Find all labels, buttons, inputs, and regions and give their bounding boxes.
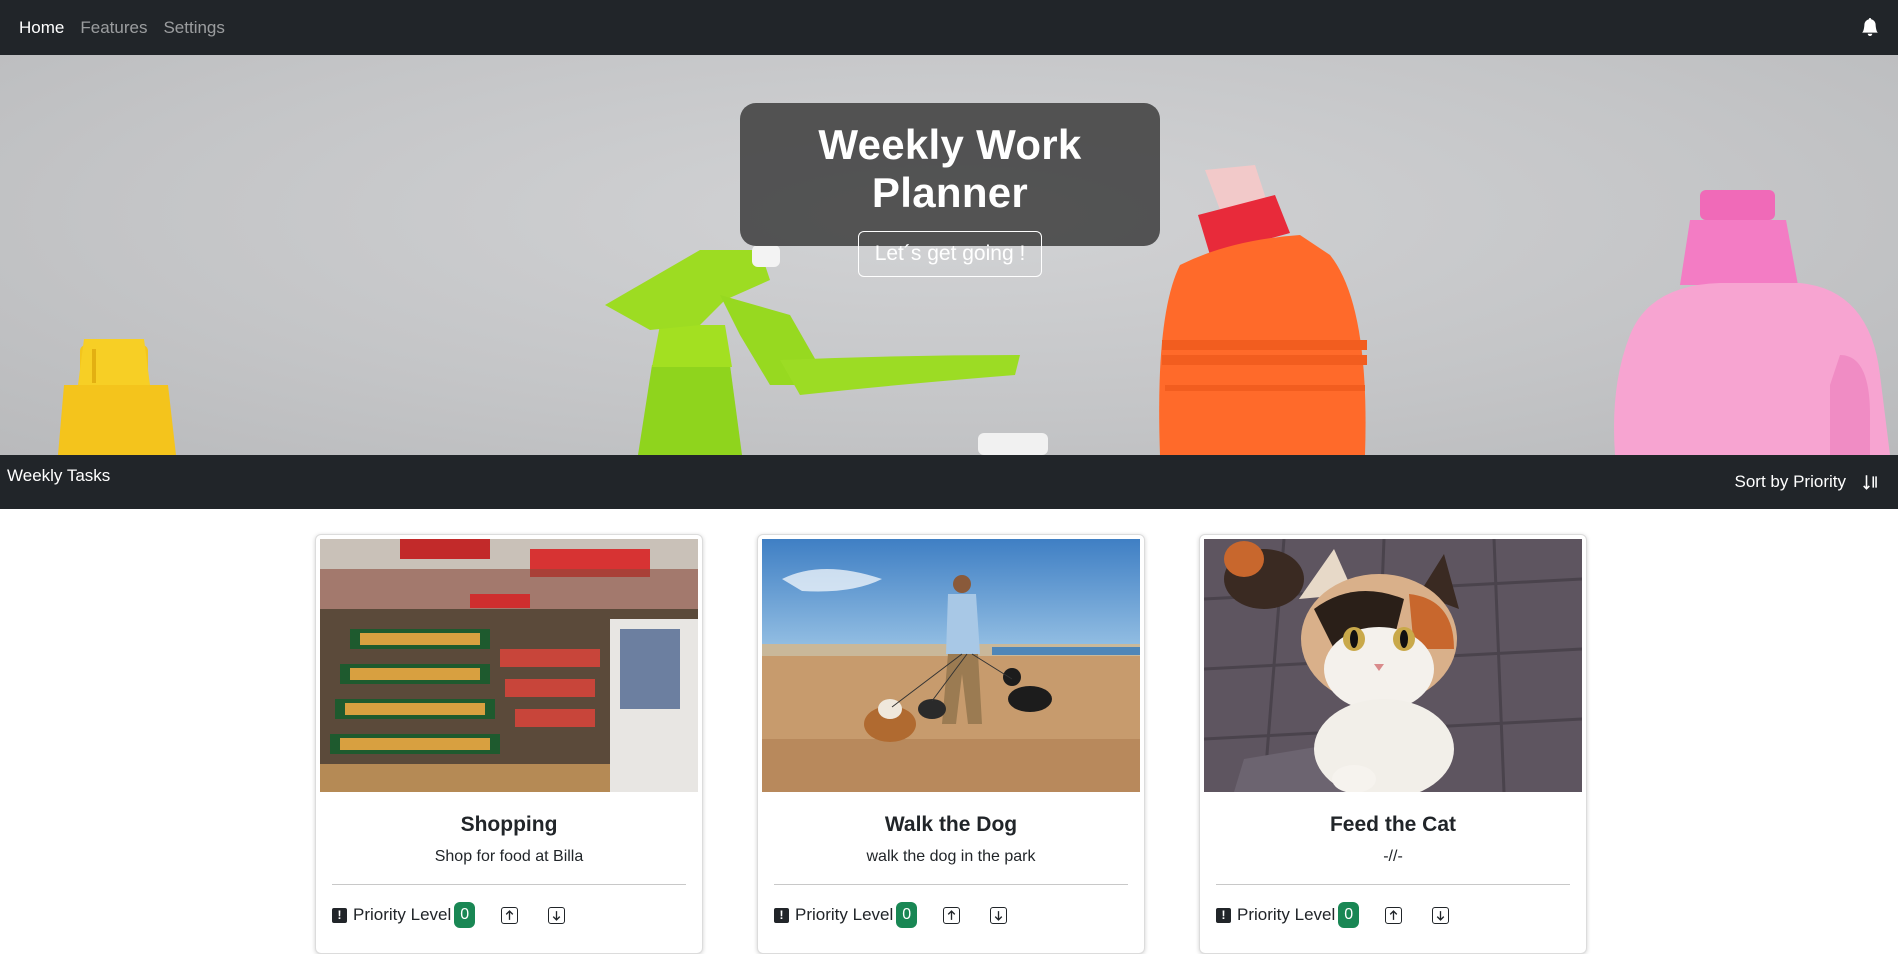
nav-settings[interactable]: Settings (163, 18, 224, 38)
priority-up-button[interactable] (1385, 906, 1403, 924)
hero-banner: Weekly Work Planner Let´s get going ! (0, 55, 1898, 455)
priority-down-button[interactable] (1432, 906, 1450, 924)
card-divider (332, 884, 686, 885)
yellow-bottle-shape (58, 339, 176, 455)
card-image-shopping (320, 539, 698, 792)
card-description: Shop for food at Billa (434, 848, 584, 865)
priority-row: ! Priority Level 0 (774, 902, 1008, 928)
nav-features[interactable]: Features (80, 18, 147, 38)
card-title: Walk the Dog (884, 813, 1018, 836)
card-divider (1216, 884, 1570, 885)
nav-home[interactable]: Home (19, 18, 64, 38)
hero-title: Weekly Work Planner (818, 121, 1082, 216)
priority-label: Priority Level (1237, 905, 1336, 924)
sort-by-priority-button[interactable]: Sort by Priority (1735, 472, 1880, 492)
priority-label: Priority Level (795, 905, 894, 924)
sort-down-icon[interactable] (1862, 473, 1880, 491)
card-description: walk the dog in the park (866, 848, 1036, 865)
priority-row: ! Priority Level 0 (1216, 902, 1450, 928)
priority-up-button[interactable] (943, 906, 961, 924)
priority-badge: 0 (1338, 902, 1360, 928)
card-title: Shopping (460, 813, 558, 836)
top-navbar: Home Features Settings (0, 0, 1898, 55)
priority-down-button[interactable] (548, 906, 566, 924)
priority-up-button[interactable] (501, 906, 519, 924)
exclamation-icon: ! (774, 907, 789, 923)
pink-bottle-shape (1614, 190, 1890, 455)
exclamation-icon: ! (332, 907, 347, 923)
exclamation-icon: ! (1216, 907, 1231, 923)
arrow-up-icon (947, 909, 956, 920)
tasks-bar: Weekly Tasks Sort by Priority (0, 455, 1898, 509)
hero-card: Weekly Work Planner Let´s get going ! (740, 103, 1160, 277)
task-card-feed-cat: Feed the Cat -//- ! Priority Level 0 (1199, 534, 1587, 954)
arrow-down-icon (552, 910, 561, 921)
priority-label: Priority Level (353, 905, 452, 924)
arrow-down-icon (1436, 910, 1445, 921)
task-card-shopping: Shopping Shop for food at Billa ! Priori… (315, 534, 703, 954)
sort-label: Sort by Priority (1734, 472, 1846, 491)
arrow-up-icon (505, 909, 514, 920)
card-title: Feed the Cat (1329, 813, 1457, 836)
priority-down-button[interactable] (990, 906, 1008, 924)
task-card-walk-dog: Walk the Dog walk the dog in the park ! … (757, 534, 1145, 954)
card-divider (774, 884, 1128, 885)
card-image-feed-cat (1204, 539, 1582, 792)
tasks-title: Weekly Tasks (7, 466, 111, 485)
priority-row: ! Priority Level 0 (332, 902, 566, 928)
card-image-walk-dog (762, 539, 1140, 792)
arrow-up-icon (1389, 909, 1398, 920)
priority-badge: 0 (896, 902, 918, 928)
bell-icon[interactable] (1861, 18, 1879, 36)
orange-bottle-shape (1159, 165, 1367, 455)
arrow-down-icon (994, 910, 1003, 921)
priority-badge: 0 (454, 902, 476, 928)
get-going-button[interactable]: Let´s get going ! (857, 231, 1043, 277)
card-description: -//- (1383, 848, 1403, 865)
